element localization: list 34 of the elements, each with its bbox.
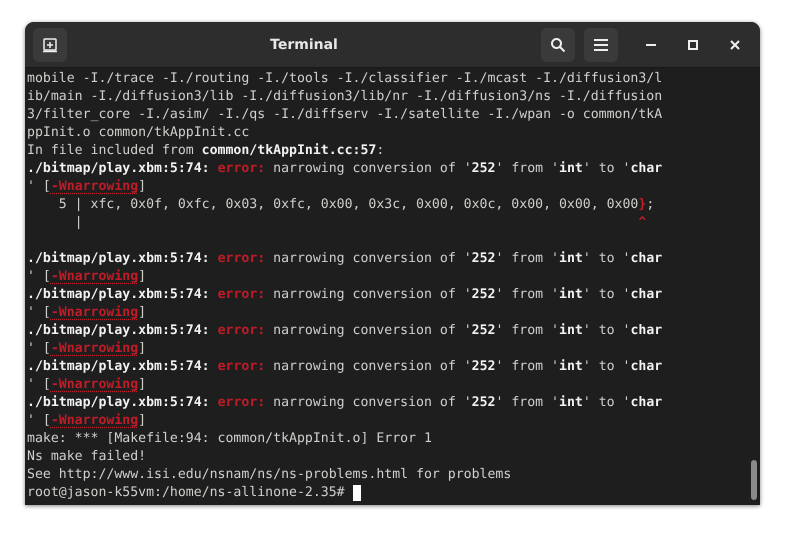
terminal-line: make: *** [Makefile:94: common/tkAppInit.o] Error 1 [27,430,432,448]
menu-icon [594,38,608,50]
terminal-line: ' [-Wnarrowing] [27,178,146,196]
terminal-line: ' [-Wnarrowing] [27,340,146,358]
terminal-line: | ^ [74,214,646,232]
terminal-line: See http://www.isi.edu/nsnam/ns/ns-problems.html for problems [27,466,512,484]
terminal-line: ' [-Wnarrowing] [27,412,146,430]
terminal-line: ' [-Wnarrowing] [27,304,146,322]
terminal-line: ppInit.o common/tkAppInit.cc [27,124,250,142]
terminal-line: ./bitmap/play.xbm:5:74: error: narrowing conversion of '252' from 'int' to 'char [27,358,662,376]
search-button[interactable] [541,28,575,62]
terminal-line: ./bitmap/play.xbm:5:74: error: narrowing conversion of '252' from 'int' to 'char [27,160,662,178]
terminal-line: ./bitmap/play.xbm:5:74: error: narrowing conversion of '252' from 'int' to 'char [27,322,662,340]
terminal-line: 3/filter_core -I./asim/ -I./qs -I./diffserv -I./satellite -I./wpan -o common/tkA [27,106,662,124]
close-icon [730,40,740,50]
terminal-line: 5 | xfc, 0x0f, 0xfc, 0x03, 0xfc, 0x00, 0x3c, 0x00, 0x0c, 0x00, 0x00, 0x00}; [58,196,654,214]
terminal-line: In file included from common/tkAppInit.cc:57: [27,142,384,160]
new-tab-icon [42,36,58,52]
terminal-line: ./bitmap/play.xbm:5:74: error: narrowing conversion of '252' from 'int' to 'char [27,286,662,304]
minimize-icon [646,44,656,46]
scrollbar-thumb[interactable] [751,460,757,500]
terminal-line: ' [-Wnarrowing] [27,268,146,286]
menu-button[interactable] [584,28,618,62]
terminal-line: ' [-Wnarrowing] [27,376,146,394]
search-icon [550,36,566,52]
terminal-line: Ns make failed! [27,448,146,466]
terminal-line: root@jason-k55vm:/home/ns-allinone-2.35# [27,484,346,502]
terminal-line: ./bitmap/play.xbm:5:74: error: narrowing conversion of '252' from 'int' to 'char [27,394,662,412]
terminal-line: ./bitmap/play.xbm:5:74: error: narrowing conversion of '252' from 'int' to 'char [27,250,662,268]
new-tab-button[interactable] [33,28,67,62]
maximize-icon [688,40,698,50]
terminal-line: mobile -I./trace -I./routing -I./tools -I./classifier -I./mcast -I./diffusion3/l [27,70,662,88]
window-title: Terminal [269,36,339,52]
terminal-line: ib/main -I./diffusion3/lib -I./diffusion3/lib/nr -I./diffusion3/ns -I./diffusion [27,88,662,106]
